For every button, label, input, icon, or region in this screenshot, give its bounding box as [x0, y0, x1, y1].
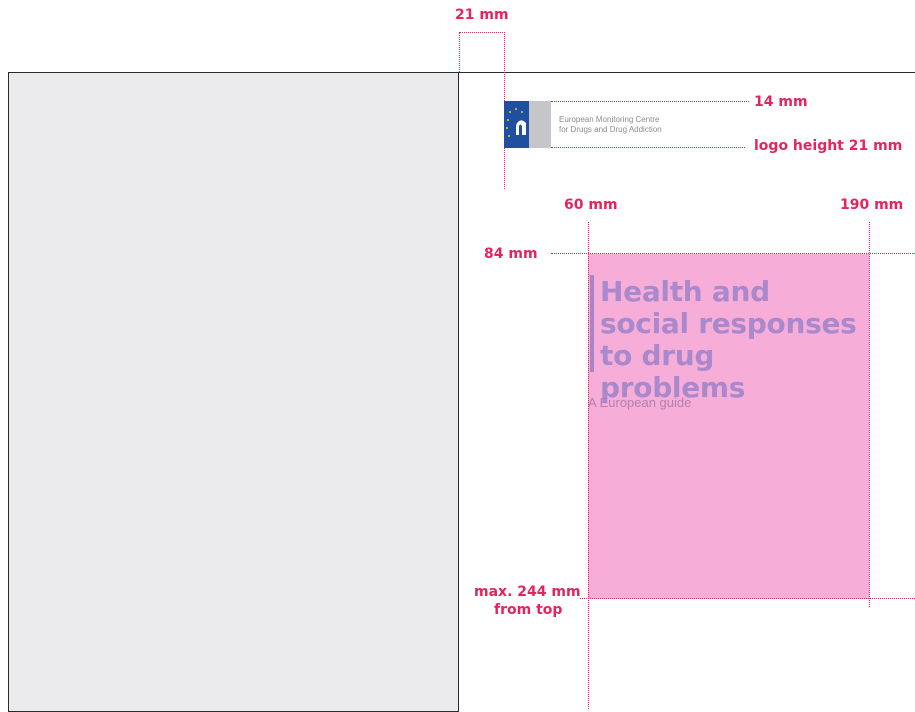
title-right-label: 190 mm	[840, 197, 904, 213]
margin-width-label: 21 mm	[455, 7, 509, 23]
title-left-guide	[588, 222, 589, 709]
logo-grey-panel	[529, 101, 551, 148]
logo-emblem	[504, 101, 529, 148]
logo-bottom-line	[551, 147, 745, 148]
margin-width-line	[459, 32, 505, 33]
title-top-guide	[551, 253, 915, 254]
title-top-label: 84 mm	[484, 246, 538, 262]
title-right-guide	[869, 222, 870, 607]
logo-text: European Monitoring Centre for Drugs and…	[559, 115, 662, 134]
logo-height-label: logo height 21 mm	[754, 138, 903, 154]
max-bottom-label-line2: from top	[494, 602, 563, 618]
back-cover-page	[8, 72, 459, 712]
stars-arch-icon	[506, 108, 526, 137]
title-left-label: 60 mm	[564, 197, 618, 213]
margin-left-guide	[459, 32, 460, 72]
max-bottom-label-line1: max. 244 mm	[474, 584, 581, 600]
logo-top-line	[551, 101, 749, 102]
logo-top-label: 14 mm	[754, 94, 808, 110]
max-bottom-guide	[580, 598, 915, 599]
cover-title: Health and social responses to drug prob…	[600, 275, 857, 404]
cover-subtitle: A European guide	[588, 395, 692, 410]
title-accent-bar	[590, 275, 594, 372]
